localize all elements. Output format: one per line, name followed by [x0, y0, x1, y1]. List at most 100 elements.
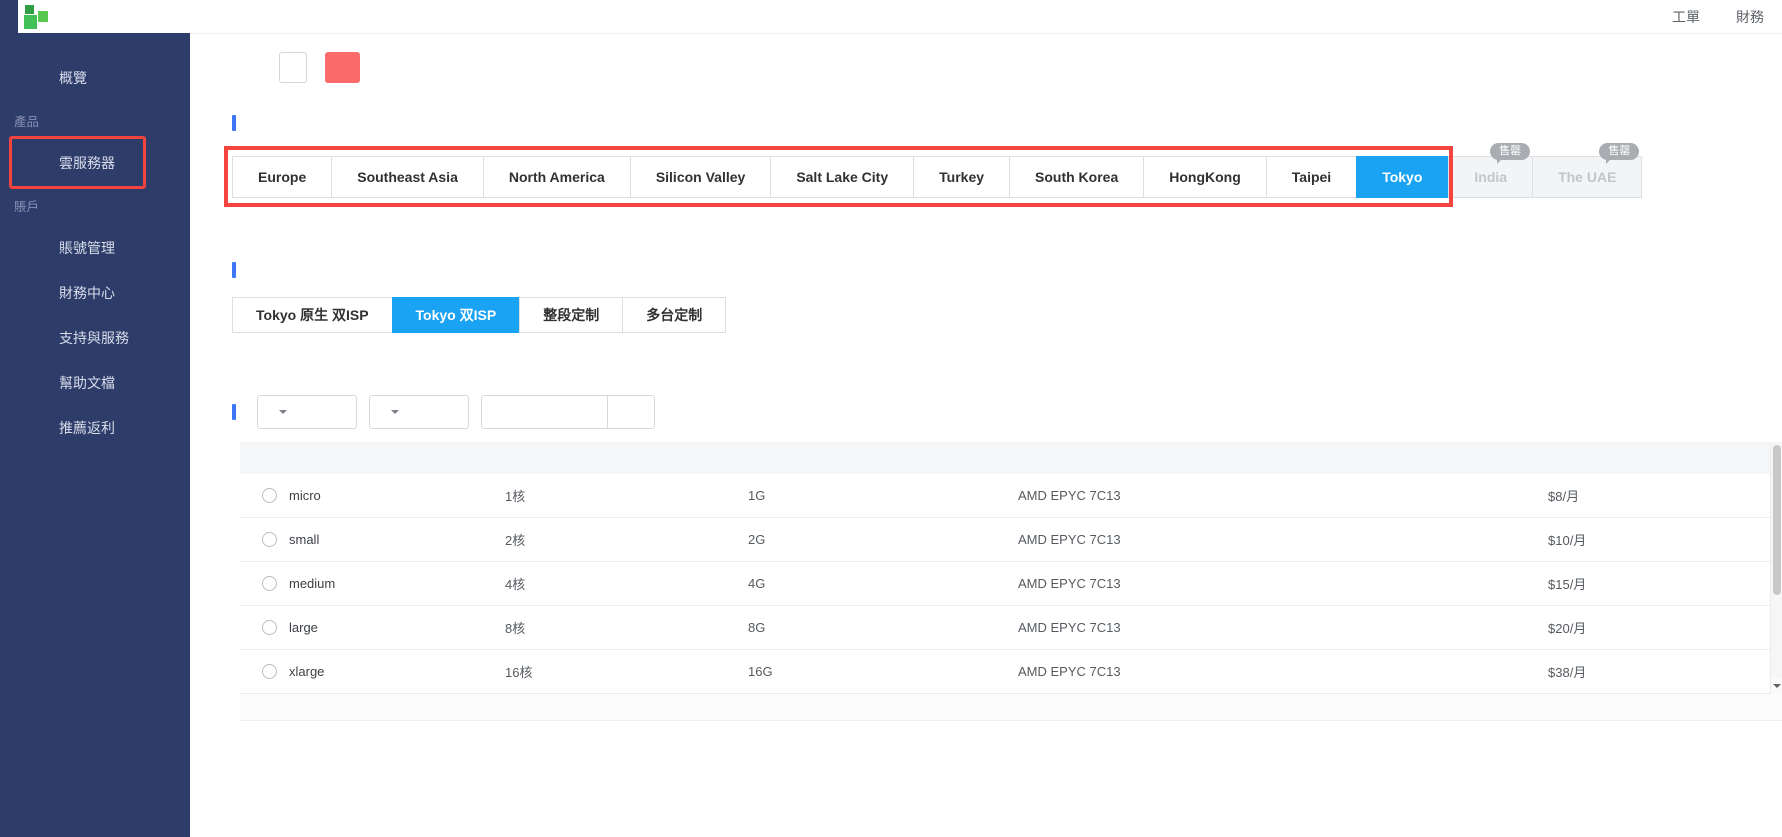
location-tab[interactable]: Europe — [232, 156, 333, 198]
location-tab-label: Tokyo — [1382, 169, 1423, 185]
section-bar-icon — [232, 262, 236, 278]
location-tab-label: Europe — [258, 169, 307, 185]
section-title-spec — [232, 404, 245, 420]
sidebar-item[interactable]: 幫助文檔 — [0, 360, 190, 405]
sold-out-badge: 售罄 — [1490, 143, 1531, 164]
line-tab-label: 多台定制 — [646, 307, 703, 323]
location-tab-label: North America — [508, 169, 605, 185]
location-tab[interactable]: Taipei — [1265, 156, 1358, 198]
spec-table-header — [240, 442, 1774, 474]
sidebar-item-icon — [28, 69, 46, 87]
table-row[interactable]: micro 1核 1G AMD EPYC 7C13 $8/月 — [240, 474, 1774, 518]
location-tab-label: Taipei — [1291, 169, 1332, 185]
spec-table: micro 1核 1G AMD EPYC 7C13 $8/月 small 2核 … — [240, 442, 1782, 694]
location-tab[interactable]: The UAE 售罄 — [1532, 143, 1643, 198]
sidebar-item-icon — [28, 329, 46, 347]
sidebar-item[interactable]: 推薦返利 — [0, 405, 190, 450]
line-tab[interactable]: 整段定制 — [519, 297, 624, 333]
sidebar: 概覽 產品 雲服務器 賬戶 賬號管理 財務中心 支持與服務 幫助文檔 推薦返利 — [0, 0, 190, 837]
row-radio-button[interactable] — [262, 532, 277, 547]
line-tab-label: 整段定制 — [543, 307, 600, 323]
brand-logo-icon — [23, 4, 49, 30]
line-tab-label: Tokyo 双ISP — [415, 307, 497, 323]
spec-name-input[interactable] — [481, 395, 608, 429]
line-tab[interactable]: Tokyo 原生 双ISP — [232, 297, 393, 333]
table-scrollbar[interactable] — [1770, 442, 1782, 694]
sidebar-item[interactable]: 雲服務器 — [0, 136, 190, 189]
topbar: 工單 財務 — [190, 0, 1782, 34]
sidebar-item[interactable]: 財務中心 — [0, 270, 190, 315]
sidebar-item-label: 概覽 — [59, 69, 87, 86]
table-row[interactable]: medium 4核 4G AMD EPYC 7C13 $15/月 — [240, 562, 1774, 606]
sidebar-item-icon — [28, 284, 46, 302]
spec-memory: 2G — [748, 532, 766, 547]
spec-table-body: micro 1核 1G AMD EPYC 7C13 $8/月 small 2核 … — [240, 474, 1774, 694]
location-tab[interactable]: Tokyo — [1356, 156, 1449, 198]
spec-name: large — [289, 620, 318, 635]
spec-cpu-model: AMD EPYC 7C13 — [1018, 664, 1121, 679]
location-tab-label: The UAE — [1558, 169, 1617, 185]
sidebar-item-label: 財務中心 — [59, 284, 115, 301]
spec-price: $15/月 — [1548, 577, 1587, 592]
selected-config-panel — [232, 721, 1782, 738]
spec-filter-row — [232, 395, 1782, 429]
spec-cpu: 4核 — [505, 577, 526, 592]
row-radio-button[interactable] — [262, 664, 277, 679]
sidebar-item-icon — [28, 154, 46, 172]
location-tab[interactable]: Silicon Valley — [629, 156, 772, 198]
my-cloud-servers-button[interactable] — [279, 51, 307, 83]
location-tab[interactable]: HongKong — [1143, 156, 1267, 198]
spec-search — [481, 395, 655, 429]
spec-name: micro — [289, 488, 321, 503]
sidebar-item[interactable]: 概覽 — [0, 55, 190, 100]
cpu-select[interactable] — [257, 395, 357, 429]
sidebar-item[interactable]: 賬號管理 — [0, 225, 190, 270]
spec-memory: 8G — [748, 620, 766, 635]
location-note — [240, 694, 1782, 721]
location-tab-label: India — [1474, 169, 1508, 185]
table-row[interactable]: large 8核 8G AMD EPYC 7C13 $20/月 — [240, 606, 1774, 650]
section-title-location — [232, 115, 1782, 131]
location-tab-label: South Korea — [1035, 169, 1119, 185]
scrollbar-thumb[interactable] — [1773, 445, 1781, 595]
scrollbar-down-button[interactable] — [1771, 678, 1782, 694]
sidebar-item[interactable]: 支持與服務 — [0, 315, 190, 360]
location-tab[interactable]: Salt Lake City — [770, 156, 915, 198]
spec-price: $20/月 — [1548, 621, 1587, 636]
spec-name: small — [289, 532, 320, 547]
arrow-down-icon — [1773, 684, 1781, 692]
sidebar-item: 產品 — [0, 100, 190, 140]
sidebar-item: 賬戶 — [0, 185, 190, 225]
table-row[interactable]: small 2核 2G AMD EPYC 7C13 $10/月 — [240, 518, 1774, 562]
location-tab-group-soldout: India 售罄 The UAE 售罄 — [1448, 143, 1643, 198]
topnav-item[interactable]: 財務 — [1736, 7, 1764, 27]
location-tab[interactable]: Turkey — [913, 156, 1011, 198]
row-radio-button[interactable] — [262, 488, 277, 503]
search-button[interactable] — [608, 395, 655, 429]
location-tab[interactable]: North America — [482, 156, 631, 198]
line-tab[interactable]: 多台定制 — [622, 297, 727, 333]
sidebar-item-label: 賬號管理 — [59, 239, 115, 256]
location-tab-label: HongKong — [1169, 169, 1241, 185]
memory-select[interactable] — [369, 395, 469, 429]
location-tab[interactable]: South Korea — [1009, 156, 1145, 198]
row-radio-button[interactable] — [262, 576, 277, 591]
spec-memory: 1G — [748, 488, 766, 503]
topnav-items-host: 工單 財務 — [1672, 7, 1764, 27]
sidebar-item-label: 產品 — [14, 114, 40, 129]
spec-cpu: 16核 — [505, 665, 533, 680]
table-row[interactable]: xlarge 16核 16G AMD EPYC 7C13 $38/月 — [240, 650, 1774, 694]
location-tab-label: Southeast Asia — [357, 169, 458, 185]
topnav-item[interactable]: 工單 — [1672, 7, 1700, 27]
location-tab[interactable]: Southeast Asia — [331, 156, 484, 198]
row-radio-button[interactable] — [262, 620, 277, 635]
location-tab-group-available: Europe Southeast Asia North America Sili… — [224, 146, 1454, 207]
buy-cloud-server-button[interactable] — [325, 51, 360, 83]
spec-cpu: 8核 — [505, 621, 526, 636]
home-icon[interactable] — [1619, 8, 1636, 25]
location-tab[interactable]: India 售罄 — [1448, 143, 1534, 198]
line-tab[interactable]: Tokyo 双ISP — [391, 297, 521, 333]
spec-cpu: 1核 — [505, 489, 526, 504]
spec-cpu-model: AMD EPYC 7C13 — [1018, 532, 1121, 547]
chevron-down-icon — [279, 410, 287, 418]
